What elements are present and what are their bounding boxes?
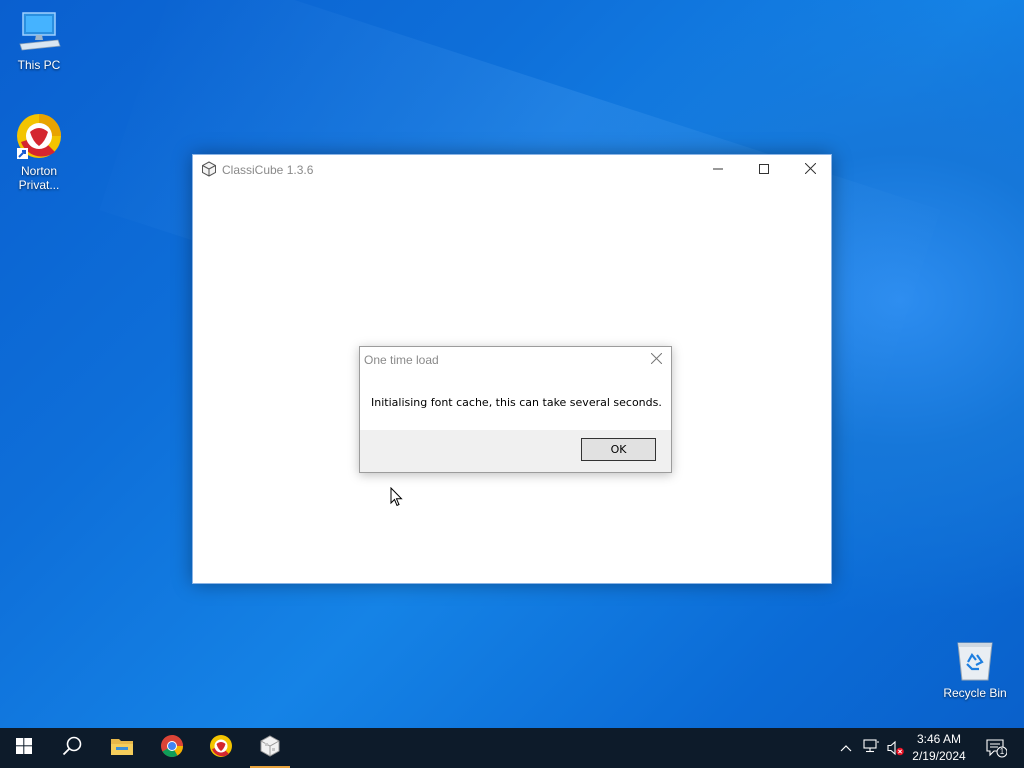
clock-time: 3:46 AM [916, 732, 962, 746]
dialog-message: Initialising font cache, this can take s… [371, 396, 662, 409]
maximize-button[interactable] [741, 155, 787, 185]
file-explorer-icon [110, 736, 134, 761]
close-icon [804, 161, 816, 179]
chrome-icon [160, 734, 184, 763]
action-center-button[interactable]: 1 [978, 728, 1014, 768]
start-button[interactable] [0, 728, 48, 768]
dialog-footer: OK [360, 430, 671, 472]
desktop-icon-norton-private-browser[interactable]: Norton Privat... [1, 112, 77, 192]
desktop-icon-label: Recycle Bin [943, 686, 1007, 700]
desktop-icon-label: Norton Privat... [18, 164, 60, 192]
maximize-icon [759, 161, 769, 179]
search-button[interactable] [48, 728, 96, 768]
show-hidden-icons-button[interactable] [836, 728, 856, 768]
network-button[interactable] [860, 728, 882, 768]
taskbar: 3:46 AM 2/19/2024 1 [0, 728, 1024, 768]
network-icon [862, 738, 880, 759]
taskbar-classicube[interactable] [246, 728, 294, 768]
window-titlebar[interactable]: ClassiCube 1.3.6 [193, 155, 831, 185]
desktop-icon-recycle-bin[interactable]: Recycle Bin [937, 638, 1013, 700]
minimize-icon [713, 161, 723, 179]
windows-start-icon [16, 737, 32, 759]
clock-date: 2/19/2024 [912, 749, 966, 763]
norton-private-browser-icon [15, 112, 63, 160]
norton-private-browser-icon [209, 734, 233, 763]
this-pc-icon [16, 10, 62, 54]
close-icon [650, 351, 662, 369]
volume-muted-icon [886, 740, 904, 756]
desktop-icon-this-pc[interactable]: This PC [1, 10, 77, 72]
classicube-icon [201, 161, 217, 182]
volume-button[interactable] [884, 728, 906, 768]
search-icon [62, 736, 82, 761]
dialog-title: One time load [364, 353, 439, 367]
dialog-close-button[interactable] [647, 351, 665, 369]
ok-button[interactable]: OK [581, 438, 656, 461]
taskbar-norton-private-browser[interactable] [197, 728, 245, 768]
notifications-icon: 1 [985, 738, 1008, 758]
notification-count-badge: 1 [999, 747, 1005, 756]
chevron-up-icon [840, 739, 852, 757]
classicube-icon [259, 734, 281, 762]
taskbar-clock[interactable]: 3:46 AM 2/19/2024 [906, 731, 972, 765]
mouse-cursor-icon [390, 486, 403, 512]
desktop-icon-label: This PC [17, 58, 61, 72]
taskbar-chrome[interactable] [148, 728, 196, 768]
one-time-load-dialog[interactable]: One time load Initialising font cache, t… [359, 346, 672, 473]
recycle-bin-icon [955, 638, 995, 682]
taskbar-file-explorer[interactable] [98, 728, 146, 768]
close-button[interactable] [787, 155, 833, 185]
minimize-button[interactable] [695, 155, 741, 185]
window-title: ClassiCube 1.3.6 [222, 163, 314, 177]
